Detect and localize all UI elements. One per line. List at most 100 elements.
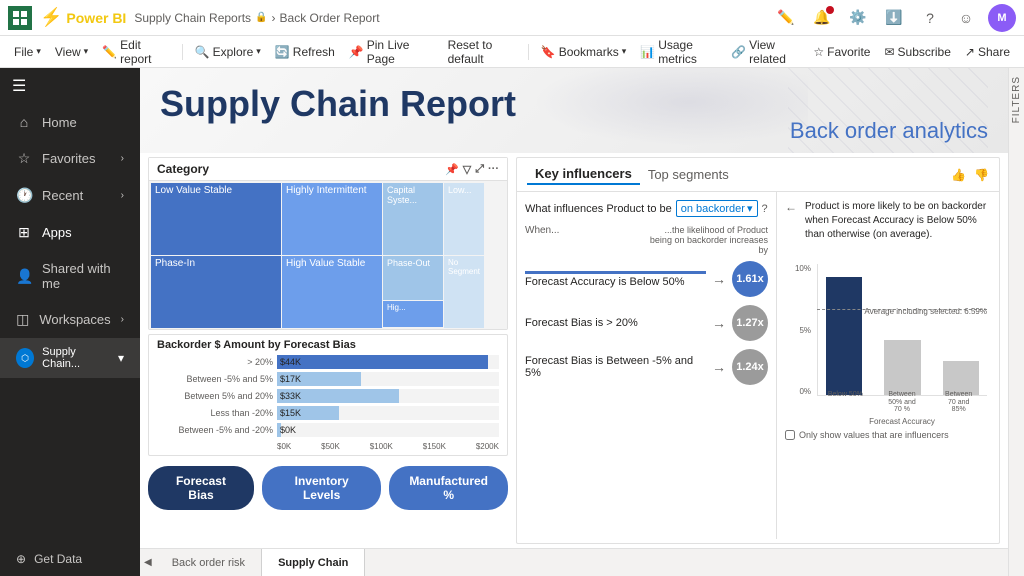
right-panel: Key influencers Top segments 👍 👎 What in… bbox=[516, 157, 1000, 544]
ki-item-3[interactable]: Forecast Bias is Between -5% and 5% → 1.… bbox=[525, 349, 768, 385]
forecast-bias-btn[interactable]: Forecast Bias bbox=[148, 466, 254, 510]
supply-chain-icon: ⬡ bbox=[16, 348, 34, 368]
sidebar-item-workspaces[interactable]: ◫ Workspaces › bbox=[0, 301, 140, 338]
content-area: Supply Chain Report Back order analytics… bbox=[140, 68, 1008, 576]
sidebar-item-get-data[interactable]: ⊕ Get Data bbox=[0, 542, 140, 576]
main-container: ☰ ⌂ Home ☆ Favorites › 🕐 Recent › ⊞ Apps… bbox=[0, 68, 1024, 576]
gear-icon-btn[interactable]: ⚙️ bbox=[844, 4, 872, 32]
sidebar-item-shared[interactable]: 👤 Shared with me bbox=[0, 251, 140, 301]
apps-icon: ⊞ bbox=[16, 224, 32, 241]
ki-badge-1: 1.61x bbox=[732, 261, 768, 297]
more-icon[interactable]: ··· bbox=[488, 163, 499, 176]
windows-icon[interactable] bbox=[8, 6, 32, 30]
inventory-levels-btn[interactable]: Inventory Levels bbox=[262, 466, 381, 510]
ki-question: What influences Product to be on backord… bbox=[525, 200, 768, 217]
bar-fill-gt20: $44K bbox=[277, 355, 488, 369]
influencers-checkbox[interactable] bbox=[785, 430, 795, 440]
sidebar-toggle[interactable]: ☰ bbox=[0, 68, 140, 104]
supply-chain-chevron: ▾ bbox=[118, 351, 124, 365]
sidebar-item-recent[interactable]: 🕐 Recent › bbox=[0, 177, 140, 214]
tab-top-segments[interactable]: Top segments bbox=[640, 165, 737, 184]
download-icon-btn[interactable]: ⬇️ bbox=[880, 4, 908, 32]
treemap-cell-no-segment[interactable]: No Segment bbox=[444, 256, 484, 328]
recent-icon: 🕐 bbox=[16, 187, 32, 204]
ki-help-icon[interactable]: ? bbox=[762, 203, 768, 215]
breadcrumb-supply-chain[interactable]: Supply Chain Reports bbox=[134, 11, 251, 25]
treemap-cell-low[interactable]: Low... bbox=[444, 183, 484, 255]
thumbs-up-icon[interactable]: 👍 bbox=[951, 168, 966, 182]
bar-chart-section: Backorder $ Amount by Forecast Bias > 20… bbox=[148, 334, 508, 456]
filter-icon[interactable]: ▽ bbox=[463, 163, 471, 176]
manufactured-pct-btn[interactable]: Manufactured % bbox=[389, 466, 508, 510]
usage-metrics-btn[interactable]: 📊 Usage metrics bbox=[634, 40, 723, 64]
breadcrumb-separator1: 🔒 bbox=[255, 12, 267, 23]
reset-btn[interactable]: Reset to default bbox=[442, 40, 522, 64]
sidebar-item-home[interactable]: ⌂ Home bbox=[0, 104, 140, 140]
ki-back-arrow[interactable]: ← bbox=[785, 200, 797, 214]
category-title: Category bbox=[157, 162, 209, 176]
ki-header: Key influencers Top segments 👍 👎 bbox=[517, 158, 999, 192]
user-avatar[interactable]: M bbox=[988, 4, 1016, 32]
treemap-cell-phase-in[interactable]: Phase-In bbox=[151, 256, 281, 328]
help-icon-btn[interactable]: ? bbox=[916, 4, 944, 32]
bar-fill-between-neg5-neg20: $0K bbox=[277, 423, 281, 437]
smiley-icon-btn[interactable]: ☺ bbox=[952, 4, 980, 32]
dropdown-chevron: ▾ bbox=[747, 202, 753, 215]
thumbs-down-icon[interactable]: 👎 bbox=[974, 168, 989, 182]
prev-tab-arrow[interactable]: ◀ bbox=[140, 557, 156, 568]
edit-report-btn[interactable]: ✏️ Edit report bbox=[96, 40, 176, 64]
bottom-tabs: ◀ Back order risk Supply Chain bbox=[140, 548, 1008, 576]
subscribe-btn[interactable]: ✉ Subscribe bbox=[878, 40, 956, 64]
x-label-70-85: Between70 and85% bbox=[930, 391, 987, 414]
buttons-row: Forecast Bias Inventory Levels Manufactu… bbox=[148, 460, 508, 512]
bar-row-less-neg20: Less than -20% $15K bbox=[157, 406, 499, 420]
report-subtitle: Back order analytics bbox=[790, 118, 988, 144]
treemap-cell-capital-syste[interactable]: Capital Syste... bbox=[383, 183, 443, 255]
explore-btn[interactable]: 🔍 Explore ▾ bbox=[189, 40, 267, 64]
bar-fill-between-neg5-5: $17K bbox=[277, 372, 361, 386]
favorite-btn[interactable]: ☆ Favorite bbox=[807, 40, 876, 64]
bookmarks-btn[interactable]: 🔖 Bookmarks ▾ bbox=[535, 40, 633, 64]
treemap-cell-hig[interactable]: Hig... bbox=[383, 301, 443, 327]
tab-supply-chain[interactable]: Supply Chain bbox=[262, 549, 365, 576]
x-label-50-70: Between50% and70 % bbox=[874, 391, 931, 414]
ki-badge-3: 1.24x bbox=[732, 349, 768, 385]
treemap-cell-highly-intermittent[interactable]: Highly Intermittent bbox=[282, 183, 382, 255]
ki-bar-70-85[interactable] bbox=[943, 361, 980, 395]
refresh-btn[interactable]: 🔄 Refresh bbox=[269, 40, 341, 64]
toolbar: File ▾ View ▾ ✏️ Edit report 🔍 Explore ▾… bbox=[0, 36, 1024, 68]
ki-item-2[interactable]: Forecast Bias is > 20% → 1.27x bbox=[525, 305, 768, 341]
notification-icon-btn[interactable]: 🔔 bbox=[808, 4, 836, 32]
share-btn[interactable]: ↗ Share bbox=[959, 40, 1016, 64]
x-axis: $0K $50K $100K $150K $200K bbox=[157, 440, 499, 451]
sidebar-item-favorites[interactable]: ☆ Favorites › bbox=[0, 140, 140, 177]
view-menu[interactable]: View ▾ bbox=[49, 40, 94, 64]
pin-icon[interactable]: 📌 bbox=[445, 163, 459, 176]
category-header-icons: 📌 ▽ ⤢ ··· bbox=[445, 163, 499, 176]
breadcrumb-back-order[interactable]: Back Order Report bbox=[280, 11, 380, 25]
bar-row-between-neg5-5: Between -5% and 5% $17K bbox=[157, 372, 499, 386]
bar-label-between-neg5-5: Between -5% and 5% bbox=[157, 374, 277, 384]
pin-live-page-btn[interactable]: 📌 Pin Live Page bbox=[343, 40, 440, 64]
tab-back-order-risk[interactable]: Back order risk bbox=[156, 549, 262, 576]
ki-body: What influences Product to be on backord… bbox=[517, 192, 999, 539]
file-menu[interactable]: File ▾ bbox=[8, 40, 47, 64]
view-related-btn[interactable]: 🔗 View related bbox=[725, 40, 805, 64]
pencil-icon-btn[interactable]: ✏️ bbox=[772, 4, 800, 32]
ki-item-1[interactable]: Forecast Accuracy is Below 50% → 1.61x bbox=[525, 261, 768, 297]
sidebar-item-apps[interactable]: ⊞ Apps bbox=[0, 214, 140, 251]
treemap-cell-high-value-stable[interactable]: High Value Stable bbox=[282, 256, 382, 328]
tab-key-influencers[interactable]: Key influencers bbox=[527, 164, 640, 185]
bar-label-less-neg20: Less than -20% bbox=[157, 408, 277, 418]
filters-label[interactable]: FILTERS bbox=[1011, 68, 1022, 131]
ki-dropdown[interactable]: on backorder ▾ bbox=[676, 200, 758, 217]
treemap-cell-low-value-stable[interactable]: Low Value Stable bbox=[151, 183, 281, 255]
treemap-cell-phase-out[interactable]: Phase-Out bbox=[383, 256, 443, 300]
bar-wrapper-between-5-20: $33K bbox=[277, 389, 499, 403]
y-label-0: 0% bbox=[799, 387, 811, 396]
ki-left: What influences Product to be on backord… bbox=[517, 192, 777, 539]
ki-bar-50-70[interactable] bbox=[884, 340, 921, 395]
sidebar-item-supply-chain[interactable]: ⬡ Supply Chain... ▾ bbox=[0, 338, 140, 378]
focus-icon[interactable]: ⤢ bbox=[475, 163, 484, 176]
ki-bar-below50[interactable] bbox=[826, 277, 863, 395]
